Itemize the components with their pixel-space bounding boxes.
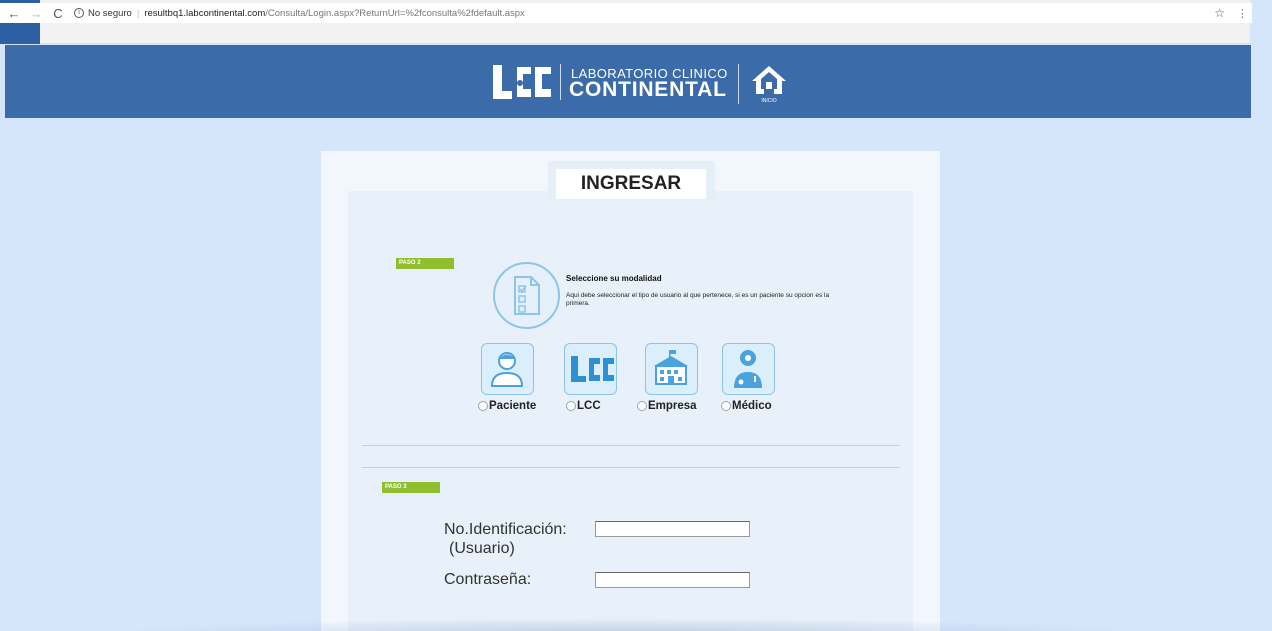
url-host: resultbq1.labcontinental.com (144, 7, 266, 19)
modality-heading: Seleccione su modalidad (566, 274, 662, 283)
radio-empresa[interactable]: Empresa (637, 400, 697, 412)
reload-icon[interactable]: C (50, 6, 66, 21)
building-icon[interactable] (645, 343, 698, 395)
radio-empresa-label: Empresa (648, 400, 697, 412)
password-input[interactable] (595, 572, 750, 588)
id-sublabel: (Usuario) (449, 540, 515, 557)
address-separator: | (136, 7, 140, 19)
doctor-icon[interactable] (722, 343, 775, 395)
radio-circle[interactable] (566, 401, 576, 411)
lcc-logo-option-icon[interactable] (564, 343, 617, 395)
browser-toolbar: ← → C i No seguro | resultbq1.labcontine… (0, 0, 1272, 44)
divider (362, 467, 900, 468)
checklist-icon (493, 262, 560, 329)
forward-arrow-icon[interactable]: → (28, 6, 44, 21)
radio-circle[interactable] (721, 401, 731, 411)
radio-lcc[interactable]: LCC (566, 400, 601, 412)
modality-description: Aqui debe seleccionar el tipo de usuario… (566, 292, 830, 307)
brand-bottom: CONTINENTAL (569, 78, 727, 101)
address-row: ← → C i No seguro | resultbq1.labcontine… (0, 3, 1252, 23)
url-path: /Consulta/Login.aspx?ReturnUrl=%2fconsul… (265, 7, 525, 19)
lcc-logo-icon (493, 65, 551, 99)
radio-circle[interactable] (637, 401, 647, 411)
bookmark-star-icon[interactable]: ☆ (1214, 6, 1225, 20)
password-label: Contraseña: (444, 571, 532, 588)
address-bar[interactable]: i No seguro | resultbq1.labcontinental.c… (74, 3, 1214, 23)
patient-icon[interactable] (481, 343, 534, 395)
page-title: INGRESAR (556, 169, 706, 199)
login-card-inner (348, 191, 913, 631)
step3-tag: PASO 3 (382, 482, 440, 493)
radio-medico-label: Médico (732, 400, 772, 412)
back-arrow-icon[interactable]: ← (6, 6, 22, 21)
home-label: INICIO (761, 98, 777, 104)
info-icon[interactable]: i (74, 8, 84, 18)
id-input[interactable] (595, 521, 750, 537)
divider (362, 445, 900, 446)
radio-medico[interactable]: Médico (721, 400, 772, 412)
security-label: No seguro (88, 7, 132, 19)
home-icon (752, 66, 786, 94)
radio-circle[interactable] (478, 401, 488, 411)
step2-tag: PASO 2 (396, 258, 454, 269)
home-divider (738, 64, 739, 104)
bottom-shadow (90, 618, 1160, 631)
logo-divider (560, 64, 561, 100)
corner-accent-right (1250, 0, 1272, 44)
radio-paciente-label: Paciente (489, 400, 537, 412)
browser-menu-icon[interactable]: ⋮ (1237, 7, 1248, 20)
site-header: LABORATORIO CLINICO CONTINENTAL INICIO (5, 45, 1251, 118)
home-button[interactable]: INICIO (749, 63, 789, 113)
radio-lcc-label: LCC (577, 400, 601, 412)
radio-paciente[interactable]: Paciente (478, 400, 536, 412)
id-label: No.Identificación: (444, 521, 567, 538)
